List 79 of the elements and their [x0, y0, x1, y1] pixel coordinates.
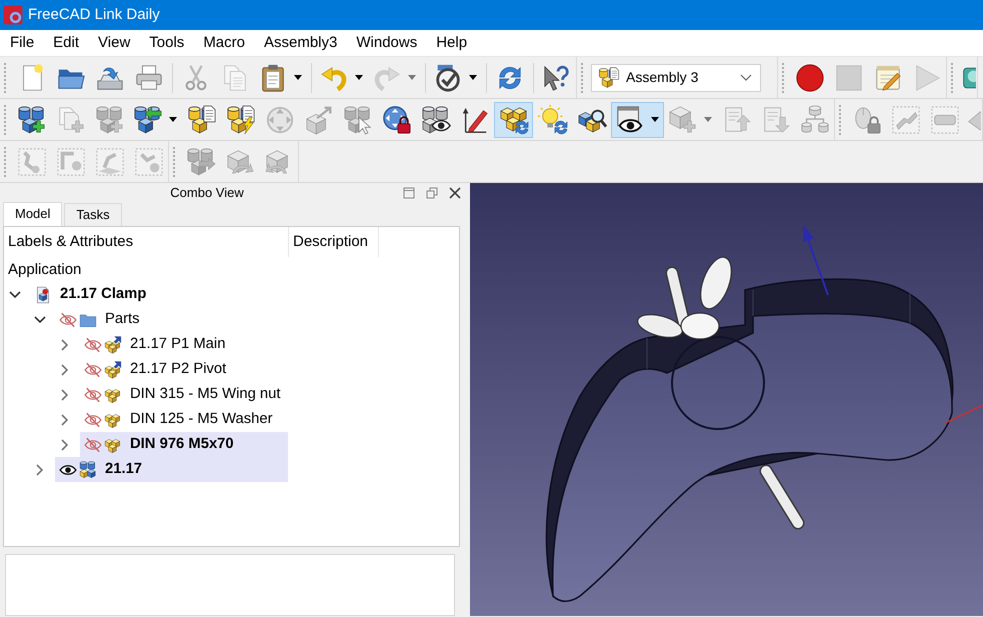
restore-icon[interactable] [426, 186, 438, 198]
toolbar-grip[interactable] [4, 62, 7, 92]
framed-part-icon [890, 104, 920, 134]
toolbar-grip[interactable] [782, 62, 785, 92]
menu-item[interactable]: File [0, 30, 44, 56]
toolbar-button[interactable] [611, 102, 664, 138]
tree-item[interactable]: DIN 315 - M5 Wing nut [80, 382, 288, 407]
tree-item[interactable]: 21.17 P1 Main [80, 332, 288, 357]
framed-bar-icon [930, 104, 960, 134]
panel-title: Combo View [170, 184, 244, 202]
axis-arrow [803, 225, 829, 296]
menu-item[interactable]: View [88, 30, 140, 56]
toolbar-grip[interactable] [4, 104, 7, 134]
move-arrows-icon [264, 104, 294, 134]
stop-icon [834, 62, 864, 92]
cylinders-eye-icon [420, 104, 450, 134]
toolbar-grip[interactable] [839, 104, 842, 134]
tree-item[interactable]: Parts [55, 307, 288, 332]
menu-item[interactable]: Help [426, 30, 476, 56]
cubes-link-icon [104, 360, 122, 378]
move-lock-icon [382, 104, 412, 134]
framed-arm-icon [56, 146, 86, 176]
column-header[interactable]: Labels & Attributes [4, 227, 289, 257]
crossed-eye-icon[interactable] [84, 360, 102, 378]
crossed-eye-icon[interactable] [59, 310, 77, 328]
crossed-eye-icon[interactable] [84, 336, 102, 354]
lightbulb-icon [538, 104, 568, 134]
framed-arm-icon [16, 146, 46, 176]
toolbar-grip[interactable] [581, 62, 584, 92]
app-logo-icon [3, 5, 23, 25]
cylinders-plus-icon [94, 104, 124, 134]
printer-icon [134, 62, 164, 92]
toolbar-grip[interactable] [173, 146, 176, 176]
3d-viewport[interactable] [470, 183, 983, 616]
chevron-down-icon [740, 74, 752, 81]
column-header[interactable]: Description [289, 227, 379, 257]
crossed-eye-icon[interactable] [84, 386, 102, 404]
cylinders-arrow-icon [186, 146, 216, 176]
cylinders-arrow-icon [133, 104, 163, 134]
workbench-icon [598, 66, 620, 88]
float-icon[interactable] [403, 186, 415, 198]
crossed-eye-icon[interactable] [84, 436, 102, 454]
tab[interactable]: Model [3, 202, 62, 226]
menu-item[interactable]: Windows [346, 30, 426, 56]
menu-item[interactable]: Edit [43, 30, 88, 56]
axis-line [944, 404, 983, 424]
tab[interactable]: Tasks [64, 203, 122, 226]
cubes-arrows-icon [498, 104, 528, 134]
cylinder-tree-icon [800, 104, 830, 134]
tree-item[interactable]: DIN 976 M5x70 [80, 432, 288, 457]
framed-arm-icon [94, 146, 124, 176]
document-cube-icon [34, 286, 52, 304]
close-icon[interactable] [449, 186, 461, 198]
cursor-question-icon [542, 62, 572, 92]
framed-arm-icon [134, 146, 164, 176]
tree-root-label: Application [8, 261, 82, 278]
crossed-eye-icon[interactable] [84, 410, 102, 428]
menu-item[interactable]: Macro [193, 30, 254, 56]
toolbar-grip[interactable] [951, 62, 954, 92]
tree-item[interactable]: 21.17 [55, 457, 288, 482]
cubes-link-icon [104, 336, 122, 354]
record-icon [794, 62, 824, 92]
cylinders-document-icon [186, 104, 216, 134]
cylinders-cursor-icon [342, 104, 372, 134]
menu-item[interactable]: Assembly3 [254, 30, 346, 56]
cylinders-plus-icon [16, 104, 46, 134]
tree-item[interactable]: 21.17 P2 Pivot [80, 357, 288, 382]
box-arrow-icon [304, 104, 334, 134]
workbench-dropdown[interactable]: Assembly 3 [591, 64, 761, 92]
menu-item[interactable]: Tools [139, 30, 194, 56]
toolbar-grip[interactable] [4, 146, 7, 176]
toolbar-button[interactable] [494, 102, 533, 138]
window-title: FreeCAD Link Daily [28, 4, 160, 25]
eye-window-icon [615, 104, 645, 134]
cylinders-lightning-icon [226, 104, 256, 134]
cube-plus-icon [668, 104, 698, 134]
tree-item[interactable]: DIN 125 - M5 Washer [80, 407, 288, 432]
tree-item[interactable]: 21.17 Clamp [30, 282, 288, 307]
cylinders-cubes-icon [79, 460, 97, 478]
